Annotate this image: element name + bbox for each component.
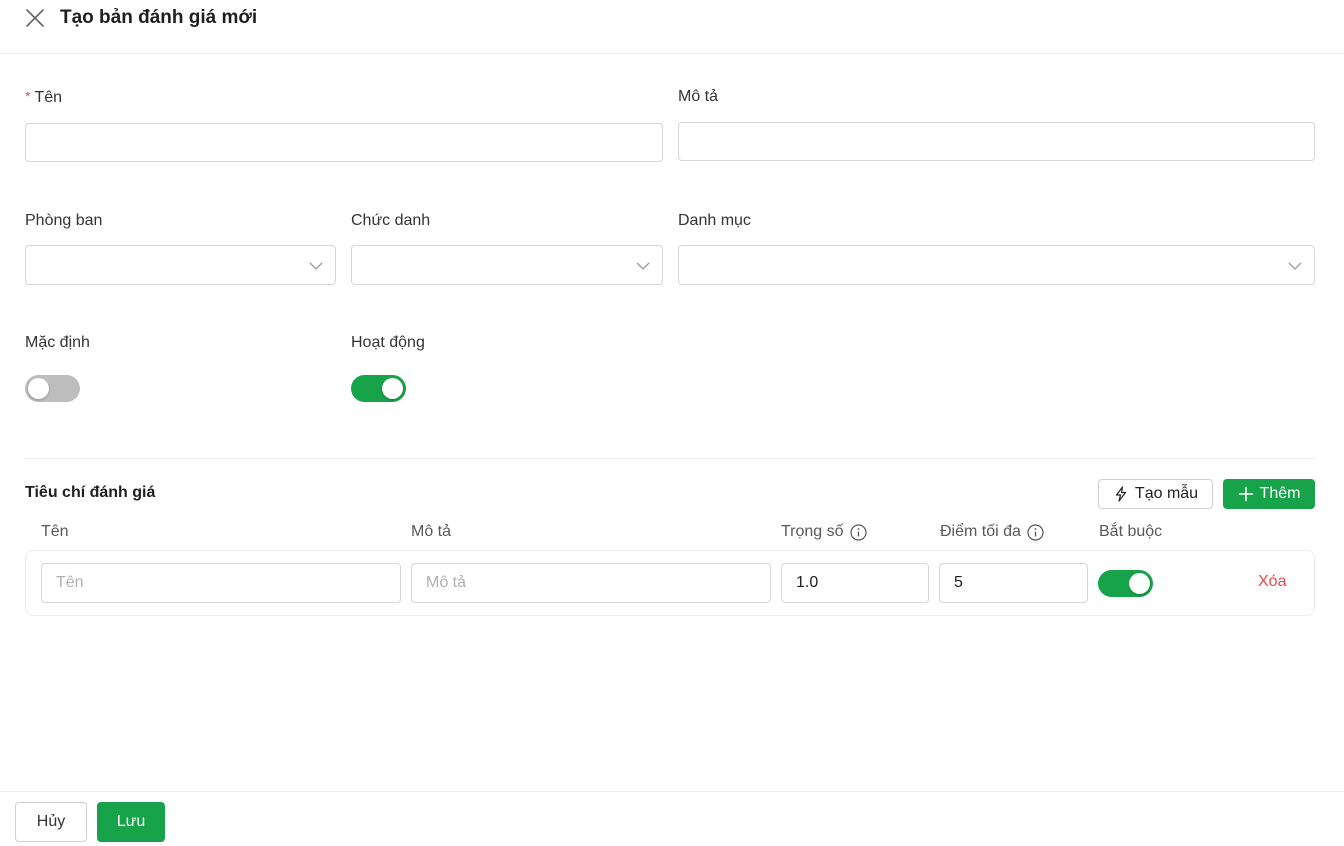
column-header-max-score-text: Điểm tối đa: [940, 523, 1021, 540]
info-icon[interactable]: [849, 523, 867, 541]
default-label: Mặc định: [25, 334, 90, 351]
info-icon[interactable]: [1027, 523, 1044, 541]
template-button[interactable]: Tạo mẫu: [1098, 479, 1213, 509]
name-label-text: Tên: [34, 89, 63, 106]
department-select[interactable]: [25, 245, 336, 285]
category-label: Danh mục: [678, 212, 751, 229]
close-icon[interactable]: [24, 7, 46, 29]
column-header-name: Tên: [41, 522, 69, 542]
criteria-required-toggle[interactable]: [1098, 570, 1153, 597]
required-mark: *: [25, 88, 31, 104]
add-button-label: Thêm: [1259, 485, 1301, 502]
toggle-knob: [382, 378, 403, 399]
column-header-name-text: Tên: [41, 523, 69, 540]
chevron-down-icon: [1288, 262, 1302, 270]
save-button[interactable]: Lưu: [97, 802, 165, 842]
dialog-header: Tạo bản đánh giá mới: [0, 0, 1344, 54]
criteria-description-input[interactable]: [411, 563, 771, 603]
page-title: Tạo bản đánh giá mới: [60, 7, 258, 28]
department-label: Phòng ban: [25, 212, 103, 229]
column-header-description: Mô tả: [411, 522, 451, 542]
plus-icon: [1238, 486, 1253, 502]
template-button-label: Tạo mẫu: [1134, 485, 1199, 502]
cancel-button[interactable]: Hủy: [15, 802, 87, 842]
description-label: Mô tả: [678, 88, 719, 105]
lightning-icon: [1115, 486, 1127, 502]
column-header-required-text: Bắt buộc: [1099, 523, 1163, 540]
default-toggle[interactable]: [25, 375, 80, 402]
column-header-required: Bắt buộc: [1099, 522, 1162, 542]
criteria-max-score-input[interactable]: [939, 563, 1088, 603]
column-header-description-text: Mô tả: [411, 523, 452, 540]
section-divider: [25, 458, 1315, 459]
delete-criteria-link[interactable]: Xóa: [1258, 572, 1286, 592]
active-toggle[interactable]: [351, 375, 406, 402]
description-input[interactable]: [678, 122, 1315, 161]
chevron-down-icon: [309, 262, 323, 270]
column-header-weight-text: Trọng số: [781, 523, 844, 540]
criteria-section-title: Tiêu chí đánh giá: [25, 484, 156, 501]
dialog-footer: [0, 791, 1344, 846]
criteria-weight-input[interactable]: [781, 563, 929, 603]
job-title-label: Chức danh: [351, 212, 431, 229]
add-criteria-button[interactable]: Thêm: [1223, 479, 1315, 509]
criteria-name-input[interactable]: [41, 563, 401, 603]
column-header-max-score: Điểm tối đa: [940, 522, 1044, 542]
job-title-select[interactable]: [351, 245, 663, 285]
active-label: Hoạt động: [351, 334, 425, 351]
toggle-knob: [28, 378, 49, 399]
chevron-down-icon: [636, 262, 650, 270]
toggle-knob: [1129, 573, 1150, 594]
name-input[interactable]: [25, 123, 663, 162]
category-select[interactable]: [678, 245, 1315, 285]
name-label: * Tên: [25, 87, 62, 108]
column-header-weight: Trọng số: [781, 522, 867, 542]
